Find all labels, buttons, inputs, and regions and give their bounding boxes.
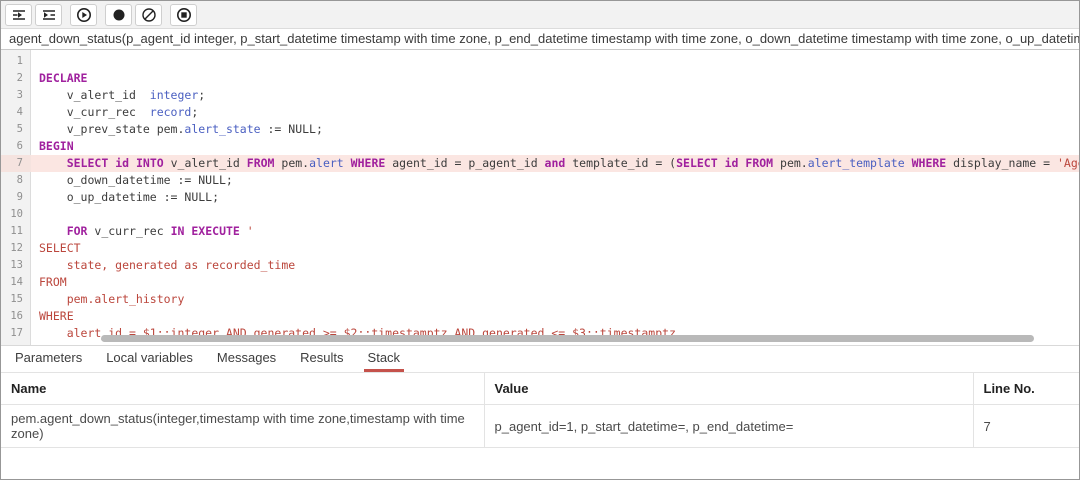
step-button-group (5, 4, 62, 26)
code-line: 12SELECT (1, 240, 1079, 257)
debugger-window: agent_down_status(p_agent_id integer, p_… (0, 0, 1080, 480)
stack-cell: pem.agent_down_status(integer,timestamp … (1, 405, 484, 448)
line-number: 13 (1, 257, 31, 274)
code-text: o_down_datetime := NULL; (31, 172, 1079, 189)
debugger-tabbar: Parameters Local variables Messages Results… (1, 346, 1079, 372)
code-text: v_alert_id integer; (31, 87, 1079, 104)
tab-messages[interactable]: Messages (213, 346, 280, 372)
code-line: 8 o_down_datetime := NULL; (1, 172, 1079, 189)
stack-table: NameValueLine No. pem.agent_down_status(… (1, 372, 1079, 448)
code-area: 12DECLARE3 v_alert_id integer;4 v_curr_r… (1, 53, 1079, 342)
stack-column-header: Name (1, 373, 484, 405)
function-signature: agent_down_status(p_agent_id integer, p_… (1, 29, 1079, 50)
line-number: 14 (1, 274, 31, 291)
line-number: 5 (1, 121, 31, 138)
tab-stack[interactable]: Stack (364, 346, 405, 372)
stack-frame-row[interactable]: pem.agent_down_status(integer,timestamp … (1, 405, 1079, 448)
continue-button[interactable] (70, 4, 97, 26)
code-text: state, generated as recorded_time (31, 257, 1079, 274)
line-number: 17 (1, 325, 31, 342)
stack-column-header: Value (484, 373, 973, 405)
code-text: WHERE (31, 308, 1079, 325)
stack-cell: 7 (973, 405, 1079, 448)
line-number: 4 (1, 104, 31, 121)
step-over-icon (42, 8, 56, 22)
line-number: 6 (1, 138, 31, 155)
line-number: 15 (1, 291, 31, 308)
code-line: 10 (1, 206, 1079, 223)
tab-parameters[interactable]: Parameters (11, 346, 86, 372)
code-line: 3 v_alert_id integer; (1, 87, 1079, 104)
code-text: SELECT (31, 240, 1079, 257)
breakpoint-icon (111, 7, 127, 23)
step-into-icon (12, 8, 26, 22)
clear-all-breakpoints-button[interactable] (135, 4, 162, 26)
stop-button-group (170, 4, 197, 26)
tab-local-variables[interactable]: Local variables (102, 346, 197, 372)
debugger-toolbar (1, 1, 1079, 29)
stack-column-header: Line No. (973, 373, 1079, 405)
stop-button[interactable] (170, 4, 197, 26)
code-text (31, 53, 1079, 70)
code-line: 7 SELECT id INTO v_alert_id FROM pem.ale… (1, 155, 1079, 172)
code-text: pem.alert_history (31, 291, 1079, 308)
line-number: 12 (1, 240, 31, 257)
step-over-button[interactable] (35, 4, 62, 26)
stop-circle-icon (176, 7, 192, 23)
code-text (31, 206, 1079, 223)
line-number: 3 (1, 87, 31, 104)
code-text: BEGIN (31, 138, 1079, 155)
continue-button-group (70, 4, 97, 26)
code-text: o_up_datetime := NULL; (31, 189, 1079, 206)
code-text: SELECT id INTO v_alert_id FROM pem.alert… (31, 155, 1079, 172)
code-text: FOR v_curr_rec IN EXECUTE ' (31, 223, 1079, 240)
stack-cell: p_agent_id=1, p_start_datetime=, p_end_d… (484, 405, 973, 448)
code-text: v_curr_rec record; (31, 104, 1079, 121)
line-number: 1 (1, 53, 31, 70)
code-line: 15 pem.alert_history (1, 291, 1079, 308)
code-line: 11 FOR v_curr_rec IN EXECUTE ' (1, 223, 1079, 240)
line-number: 8 (1, 172, 31, 189)
code-line: 6BEGIN (1, 138, 1079, 155)
toggle-breakpoint-button[interactable] (105, 4, 132, 26)
code-text: v_prev_state pem.alert_state := NULL; (31, 121, 1079, 138)
play-circle-icon (76, 7, 92, 23)
line-number: 2 (1, 70, 31, 87)
clear-breakpoints-icon (141, 7, 157, 23)
breakpoint-button-group (105, 4, 162, 26)
code-line: 16WHERE (1, 308, 1079, 325)
code-line: 5 v_prev_state pem.alert_state := NULL; (1, 121, 1079, 138)
stack-table-body: pem.agent_down_status(integer,timestamp … (1, 405, 1079, 448)
code-line: 2DECLARE (1, 70, 1079, 87)
code-line: 1 (1, 53, 1079, 70)
code-text: FROM (31, 274, 1079, 291)
line-number: 7 (1, 155, 31, 172)
code-line: 14FROM (1, 274, 1079, 291)
tab-results[interactable]: Results (296, 346, 347, 372)
step-into-button[interactable] (5, 4, 32, 26)
line-number: 9 (1, 189, 31, 206)
code-line: 4 v_curr_rec record; (1, 104, 1079, 121)
line-number: 11 (1, 223, 31, 240)
horizontal-scrollbar[interactable] (101, 335, 1034, 342)
line-number: 16 (1, 308, 31, 325)
line-number: 10 (1, 206, 31, 223)
code-editor[interactable]: 12DECLARE3 v_alert_id integer;4 v_curr_r… (1, 50, 1079, 346)
code-line: 9 o_up_datetime := NULL; (1, 189, 1079, 206)
stack-header-row: NameValueLine No. (1, 373, 1079, 405)
code-line: 13 state, generated as recorded_time (1, 257, 1079, 274)
code-text: DECLARE (31, 70, 1079, 87)
